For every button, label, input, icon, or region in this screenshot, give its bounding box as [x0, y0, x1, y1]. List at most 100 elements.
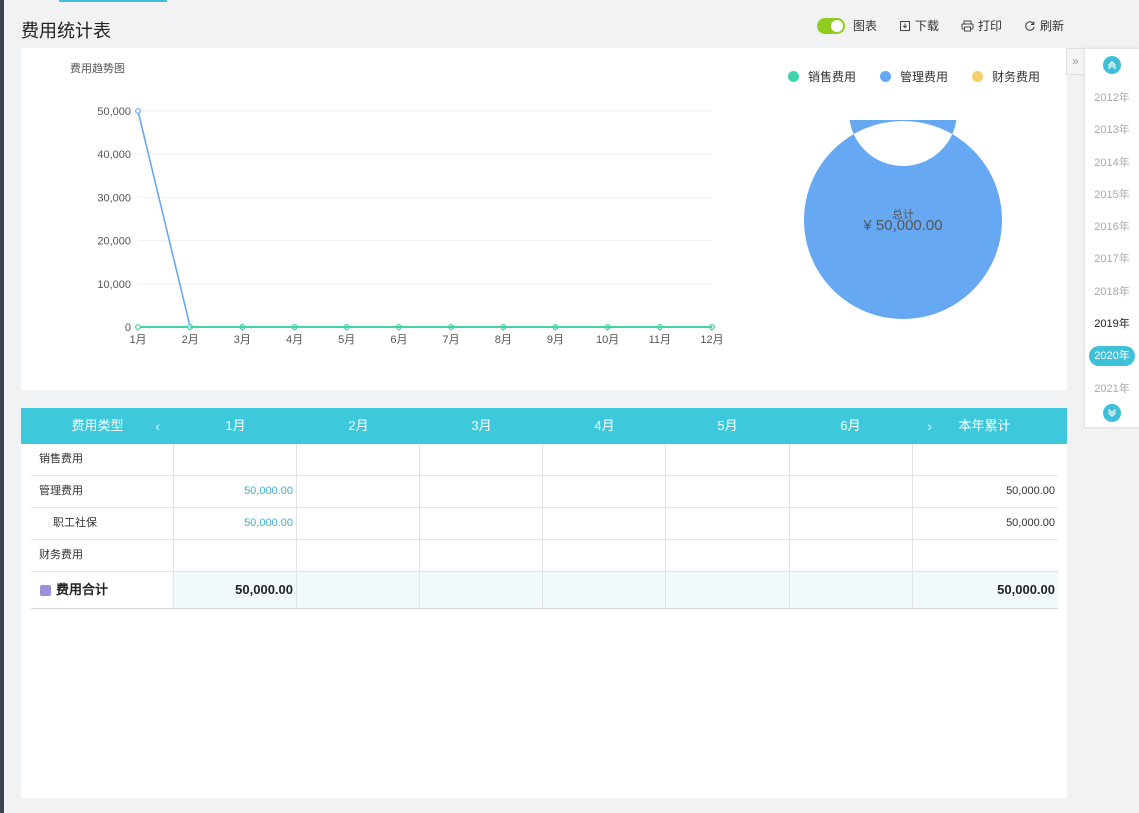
printer-icon: [961, 20, 974, 31]
month-cell: [420, 444, 543, 475]
year-item[interactable]: 2016年: [1085, 211, 1139, 243]
expense-table-panel: 费用类型 ‹ 1月 2月 3月 4月 5月 6月 › 本年累计 销售费用 管理费用 50,000.00…: [21, 408, 1067, 798]
legend-item-1[interactable]: 管理费用: [879, 68, 948, 85]
calendar-icon: [40, 584, 51, 596]
row-label-cell: 管理费用: [31, 476, 174, 507]
table-row: 职工社保 50,000.00 50,000.00: [31, 508, 1058, 540]
month-cell: 50,000.00: [174, 572, 297, 608]
x-tick-label: 8月: [495, 334, 512, 346]
x-tick-label: 4月: [286, 334, 303, 346]
month-cell: [543, 476, 666, 507]
print-label: 打印: [977, 19, 1002, 33]
year-label: 2017年: [1094, 253, 1130, 266]
year-selector-panel: 2012年 2013年 2014年 2015年 2016年 2017年 2018年 2019年…: [1084, 48, 1139, 428]
year-total-cell: [913, 540, 1058, 571]
month-cell: [666, 572, 790, 608]
month-cell: [420, 476, 543, 507]
x-tick-label: 3月: [234, 334, 251, 346]
year-label: 2012年: [1094, 92, 1130, 104]
column-header-5: 5月: [666, 408, 789, 444]
print-button[interactable]: 打印: [961, 17, 1002, 34]
table-row: 销售费用: [31, 444, 1058, 476]
data-point[interactable]: [135, 108, 141, 114]
year-list: 2012年 2013年 2014年 2015年 2016年 2017年 2018年 2019年…: [1085, 82, 1139, 405]
chart-toggle-label: 图表: [852, 19, 877, 33]
year-label: 2014年: [1094, 156, 1130, 169]
double-chevron-up-icon: [1108, 61, 1116, 69]
refresh-label: 刷新: [1039, 19, 1064, 33]
table-row: 管理费用 50,000.00 50,000.00: [31, 476, 1058, 508]
chart-toggle-switch[interactable]: [816, 17, 845, 34]
year-total-cell: 50,000.00: [1006, 517, 1055, 529]
year-scroll-down-button[interactable]: [1103, 404, 1121, 422]
year-total-cell: 50,000.00: [997, 582, 1055, 597]
row-label-cell: 职工社保: [31, 508, 174, 539]
y-tick-label: 0: [125, 322, 131, 334]
row-label: 职工社保: [53, 517, 97, 529]
download-button[interactable]: 下载: [899, 17, 939, 34]
year-label: 2016年: [1094, 221, 1130, 234]
legend-dot: [971, 71, 983, 82]
column-header-6: 6月 ›: [789, 408, 932, 444]
page-header: 费用统计表 图表 下载 打印 刷新: [4, 3, 1084, 48]
year-label: 2020年: [1089, 346, 1135, 367]
column-header-7: 本年累计: [912, 408, 1057, 444]
x-tick-label: 11月: [649, 334, 671, 346]
year-label: 2021年: [1094, 382, 1130, 395]
column-header-label: 6月: [840, 418, 861, 433]
year-item[interactable]: 2018年: [1085, 276, 1139, 308]
x-tick-label: 1月: [129, 334, 146, 346]
toggle-knob: [830, 19, 843, 32]
year-label: 2015年: [1094, 188, 1130, 201]
legend-item-2[interactable]: 财务费用: [971, 68, 1040, 85]
month-cell: [790, 508, 913, 539]
y-tick-label: 10,000: [97, 279, 131, 291]
month-cell: [297, 444, 420, 475]
month-cell: [666, 540, 790, 571]
y-tick-label: 40,000: [97, 149, 131, 161]
column-header-4: 4月: [543, 408, 666, 444]
month-cell[interactable]: 50,000.00: [174, 476, 297, 507]
chart-legend: 销售费用 管理费用 财务费用: [764, 68, 1040, 85]
month-cell: [543, 540, 666, 571]
year-item[interactable]: 2014年: [1085, 147, 1139, 179]
month-cell: [790, 572, 913, 608]
year-label: 2019年: [1094, 318, 1130, 331]
row-label: 财务费用: [39, 549, 83, 561]
legend-dot: [787, 71, 799, 82]
donut-center-value: ¥ 50,000.00: [863, 217, 943, 234]
x-tick-label: 7月: [443, 334, 460, 346]
year-item[interactable]: 2020年: [1085, 340, 1139, 372]
legend-item-0[interactable]: 销售费用: [787, 68, 856, 85]
year-label: 2018年: [1094, 285, 1130, 298]
month-cell[interactable]: 50,000.00: [174, 508, 297, 539]
collapse-panel-button[interactable]: »: [1066, 48, 1084, 75]
year-item[interactable]: 2012年: [1085, 82, 1139, 114]
total-row: 费用合计 50,000.00 50,000.00: [31, 572, 1058, 609]
row-label: 费用合计: [56, 582, 109, 597]
refresh-button[interactable]: 刷新: [1024, 17, 1064, 34]
month-cell: [666, 444, 790, 475]
year-item[interactable]: 2015年: [1085, 179, 1139, 211]
row-label: 管理费用: [39, 485, 83, 497]
toolbar: 图表 下载 打印 刷新: [816, 17, 1064, 34]
chevron-left-icon[interactable]: ‹: [155, 408, 160, 444]
table-body: 销售费用 管理费用 50,000.00 50,000.00 职工社保 50,000.00 5…: [31, 444, 1058, 609]
column-header-label: 2月: [348, 418, 369, 433]
year-item[interactable]: 2017年: [1085, 243, 1139, 275]
year-item[interactable]: 2019年: [1085, 308, 1139, 340]
x-tick-label: 12月: [700, 334, 723, 346]
month-cell: [543, 444, 666, 475]
month-cell: [174, 444, 297, 475]
year-scroll-up-button[interactable]: [1103, 56, 1121, 74]
year-item[interactable]: 2021年: [1085, 373, 1139, 405]
month-cell: [666, 508, 790, 539]
column-header-label: 3月: [471, 418, 492, 433]
legend-label: 销售费用: [807, 70, 856, 84]
column-header-label: 1月: [225, 418, 246, 433]
year-item[interactable]: 2013年: [1085, 114, 1139, 146]
data-point[interactable]: [135, 324, 141, 330]
month-cell: [420, 572, 543, 608]
month-cell: [790, 540, 913, 571]
page-title: 费用统计表: [21, 21, 111, 41]
